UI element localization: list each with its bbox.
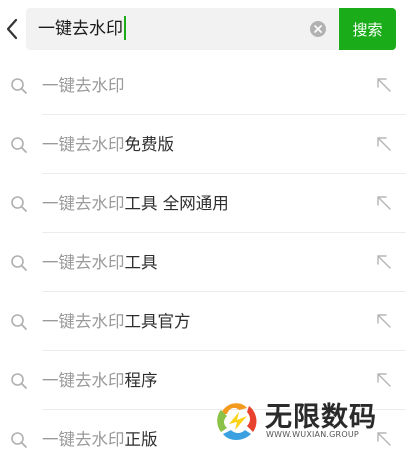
- suggestion-suffix: 正版: [124, 430, 158, 449]
- watermark-title: 无限数码: [265, 402, 377, 433]
- suggestion-prefix: 一键去水印: [42, 430, 125, 449]
- suggestion-prefix: 一键去水印: [42, 135, 125, 154]
- suggestion-item[interactable]: 一键去水印工具 全网通用: [0, 174, 406, 233]
- clear-circle-icon: [314, 25, 322, 33]
- search-input[interactable]: 一键去水印: [26, 8, 339, 50]
- suggestion-suffix: 工具官方: [124, 312, 191, 331]
- watermark-url: WWW.WUXIAN.GROUP: [266, 430, 359, 439]
- suggestion-list: 一键去水印 一键去水印免费版 一键去水印工具 全网通用 一键去水印工具 一键去水印工具官…: [0, 56, 406, 449]
- suggestion-label: 一键去水印正版: [42, 410, 158, 449]
- arrow-up-left-icon[interactable]: [375, 371, 393, 389]
- suggestion-prefix: 一键去水印: [42, 371, 125, 390]
- suggestion-prefix: 一键去水印: [42, 194, 125, 213]
- suggestion-suffix: 工具 全网通用: [124, 194, 229, 213]
- search-input-text[interactable]: 一键去水印: [38, 8, 126, 50]
- chevron-left-icon: [6, 18, 18, 40]
- search-icon: [11, 314, 27, 330]
- suggestion-label: 一键去水印程序: [42, 351, 158, 410]
- suggestion-item[interactable]: 一键去水印工具官方: [0, 292, 406, 351]
- brand-logo: [217, 403, 257, 440]
- suggestion-suffix: 免费版: [124, 135, 175, 154]
- arrow-up-left-icon[interactable]: [375, 312, 393, 330]
- suggestion-item[interactable]: 一键去水印工具: [0, 233, 406, 292]
- search-icon: [11, 78, 27, 94]
- text-caret: [124, 15, 126, 40]
- back-button[interactable]: [0, 8, 24, 50]
- suggestion-label: 一键去水印工具 全网通用: [42, 174, 229, 233]
- clear-button[interactable]: [310, 21, 326, 37]
- suggestion-item[interactable]: 一键去水印免费版: [0, 115, 406, 174]
- arrow-up-left-icon[interactable]: [375, 194, 393, 212]
- watermark: 无限数码 WWW.WUXIAN.GROUP: [215, 394, 395, 446]
- suggestion-prefix: 一键去水印: [42, 76, 125, 95]
- search-icon: [11, 373, 27, 389]
- search-icon: [11, 196, 27, 212]
- search-query: 一键去水印: [38, 19, 123, 39]
- suggestion-item[interactable]: 一键去水印: [0, 56, 406, 115]
- suggestion-prefix: 一键去水印: [42, 253, 125, 272]
- suggestion-suffix: 程序: [124, 371, 158, 390]
- search-icon: [11, 137, 27, 153]
- arrow-up-left-icon[interactable]: [375, 135, 393, 153]
- search-bar: 一键去水印 搜索: [0, 0, 406, 56]
- arrow-up-left-icon[interactable]: [375, 76, 393, 94]
- suggestion-label: 一键去水印: [42, 56, 125, 115]
- suggestion-label: 一键去水印工具: [42, 233, 158, 292]
- search-icon: [11, 255, 27, 271]
- suggestion-suffix: 工具: [124, 253, 158, 272]
- suggestion-label: 一键去水印工具官方: [42, 292, 191, 351]
- arrow-up-left-icon[interactable]: [375, 253, 393, 271]
- search-icon: [11, 432, 27, 448]
- suggestion-label: 一键去水印免费版: [42, 115, 174, 174]
- search-button[interactable]: 搜索: [339, 8, 396, 50]
- suggestion-prefix: 一键去水印: [42, 312, 125, 331]
